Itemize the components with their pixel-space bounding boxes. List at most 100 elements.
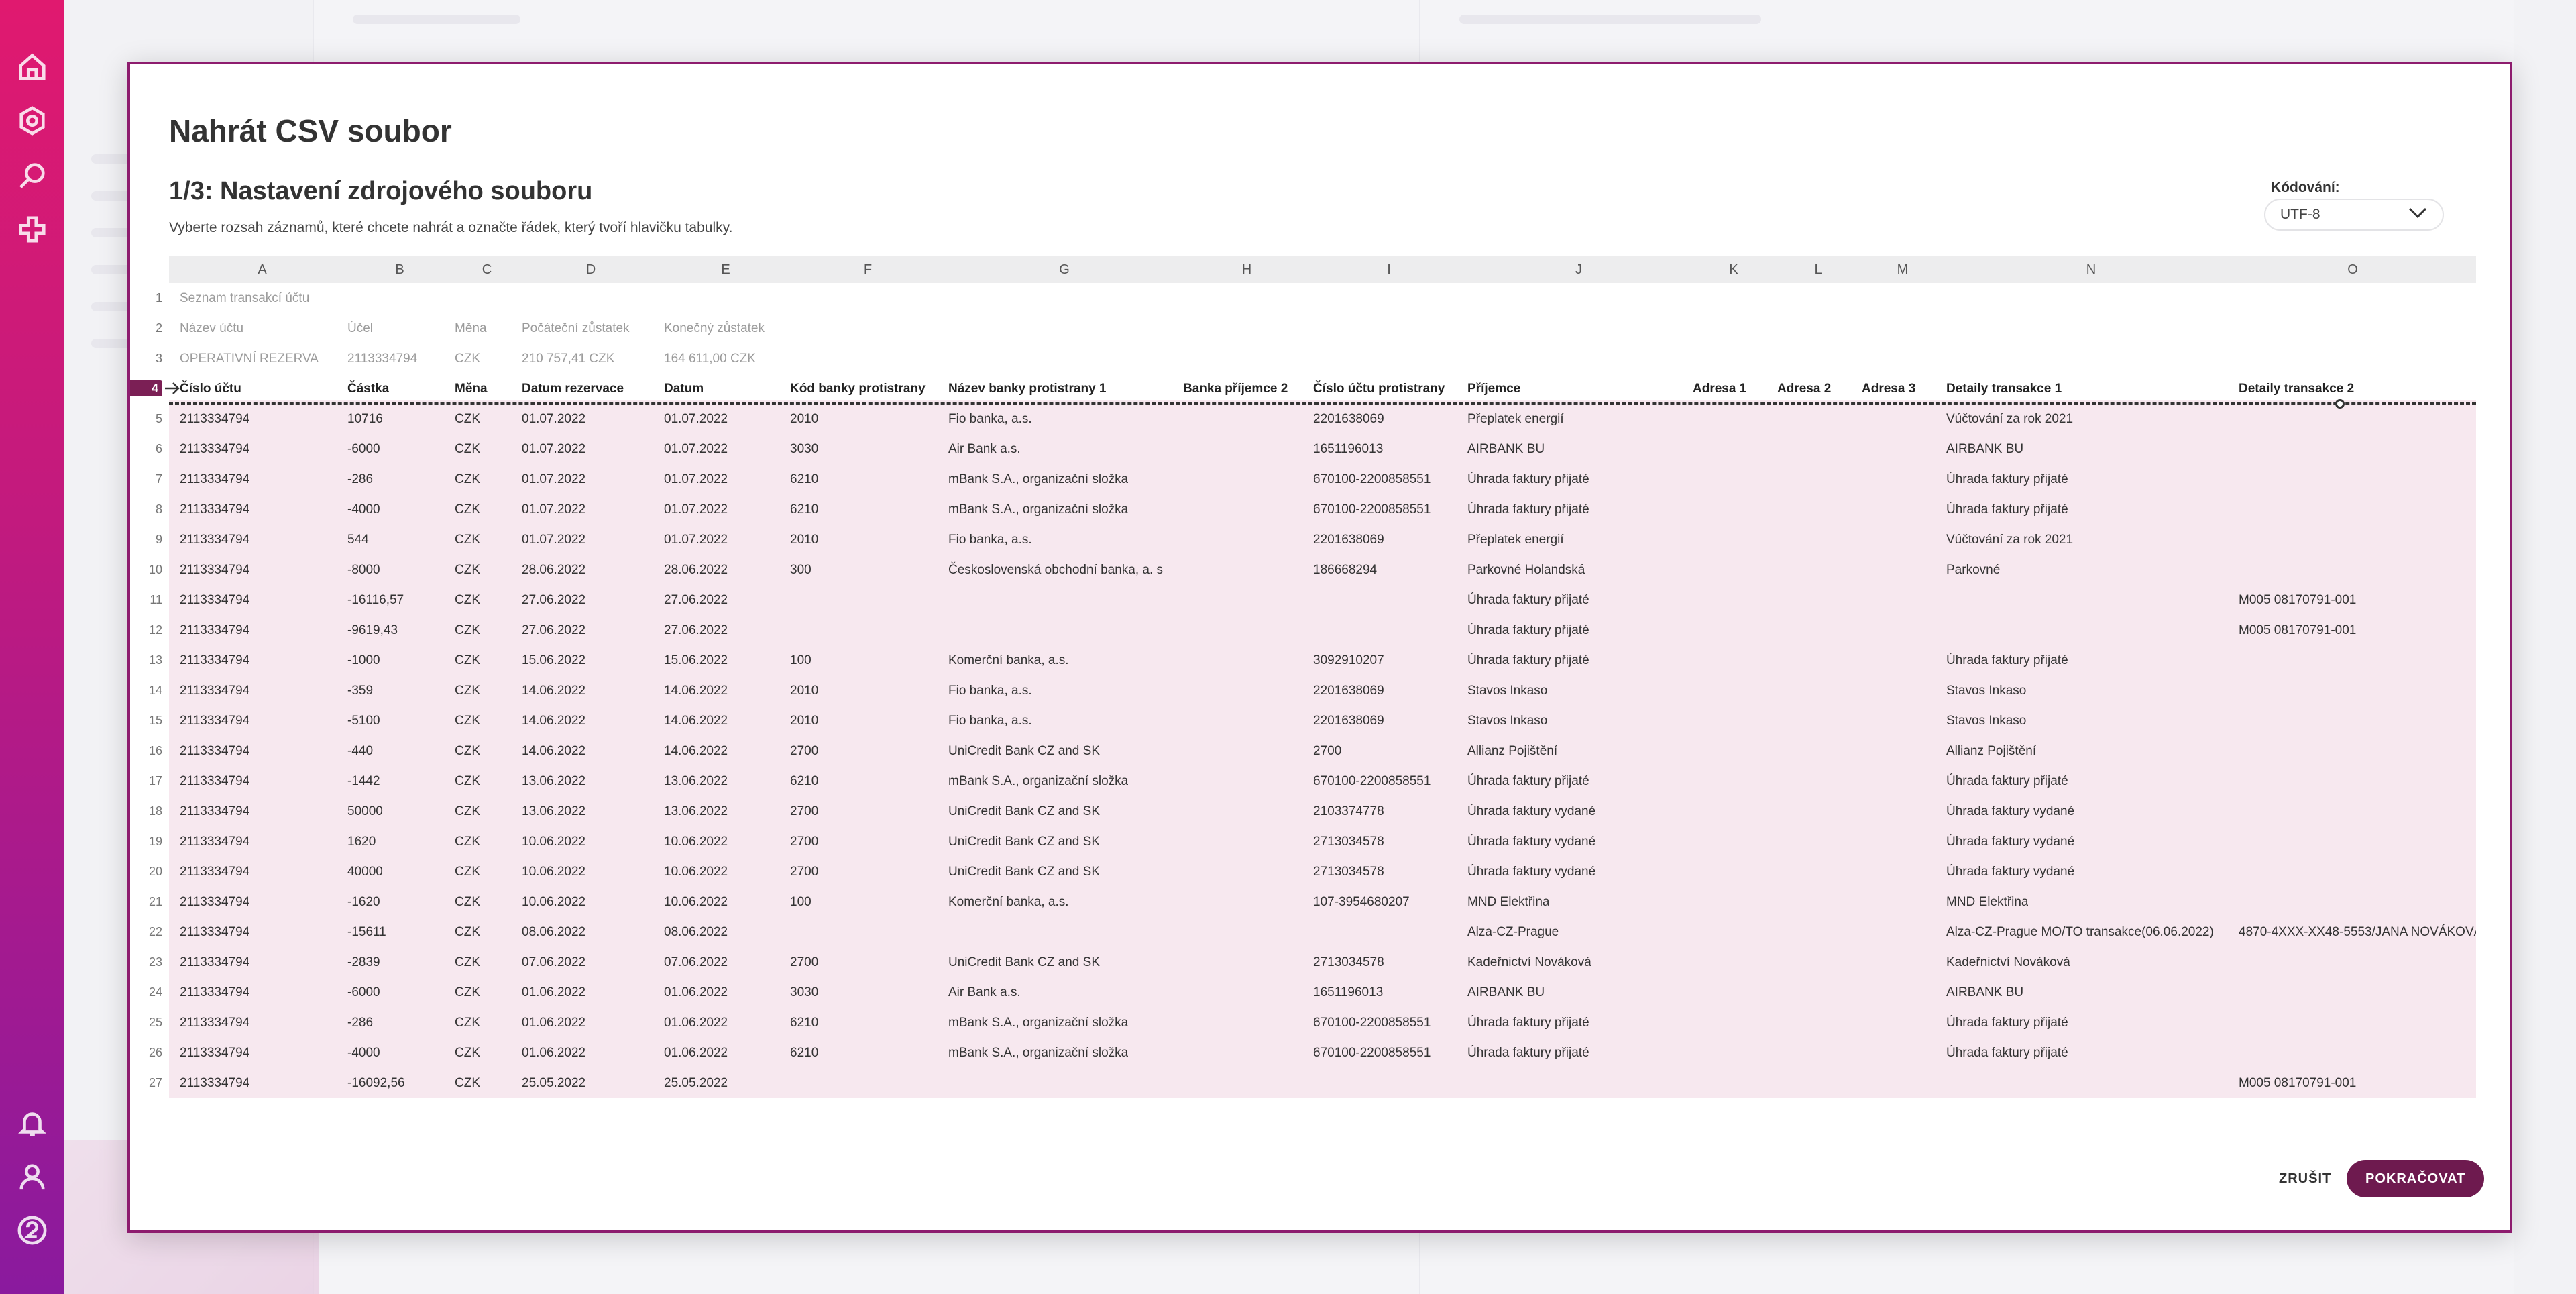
cancel-button[interactable]: ZRUŠIT <box>2265 1160 2345 1197</box>
table-cell: -5100 <box>347 714 380 728</box>
table-row[interactable]: 25 2113334794 -286 CZK 01.06.2022 01.06.2022 6… <box>130 1008 2477 1038</box>
table-cell: Název banky protistrany 1 <box>948 382 1107 396</box>
table-cell: 15.06.2022 <box>664 653 728 667</box>
table-row[interactable]: 20 2113334794 40000 CZK 10.06.2022 10.06.2022… <box>130 857 2477 887</box>
table-row[interactable]: 5 2113334794 10716 CZK 01.07.2022 01.07.2022 2… <box>130 404 2477 434</box>
table-cell: 2113334794 <box>180 533 250 547</box>
table-cell: CZK <box>455 925 480 939</box>
table-cell: CZK <box>455 985 480 1000</box>
table-row[interactable]: 2 Název účtu Účel Měna Počáteční zůstatek Kon… <box>130 313 2477 343</box>
table-row[interactable]: 26 2113334794 -4000 CZK 01.06.2022 01.06.2022… <box>130 1038 2477 1068</box>
range-drag-handle[interactable] <box>2335 399 2345 409</box>
table-row[interactable]: 1 Seznam transakcí účtu <box>130 283 2477 313</box>
table-cell: 01.07.2022 <box>522 502 586 517</box>
table-cell: -16092,56 <box>347 1076 405 1090</box>
table-row[interactable]: 21 2113334794 -1620 CZK 10.06.2022 10.06.2022… <box>130 887 2477 917</box>
column-letter: D <box>585 262 596 277</box>
table-cell: 01.07.2022 <box>522 442 586 456</box>
header-row[interactable]: 4 Číslo účtu Částka Měna Datum rezervace Datu… <box>130 374 2477 404</box>
table-cell: Seznam transakcí účtu <box>180 291 310 305</box>
header-divider-line[interactable] <box>169 402 2476 405</box>
table-cell: 2010 <box>790 412 819 426</box>
table-cell: 6210 <box>790 774 819 788</box>
row-number: 23 <box>148 955 162 969</box>
table-cell: Banka příjemce 2 <box>1183 382 1288 396</box>
table-cell: M005 08170791-001 <box>2239 593 2357 607</box>
column-letter: G <box>1059 262 1070 277</box>
table-cell: Komerční banka, a.s. <box>948 653 1069 667</box>
table-row[interactable]: 16 2113334794 -440 CZK 14.06.2022 14.06.2022 2… <box>130 736 2477 766</box>
column-letter: B <box>395 262 404 277</box>
table-cell: Kód banky protistrany <box>790 382 926 396</box>
table-cell: AIRBANK BU <box>1467 442 1545 456</box>
table-cell: AIRBANK BU <box>1946 985 2024 1000</box>
row-number: 1 <box>155 291 162 305</box>
table-cell: Přeplatek energií <box>1467 533 1564 547</box>
row-number: 26 <box>148 1046 162 1059</box>
table-cell: M005 08170791-001 <box>2239 1076 2357 1090</box>
table-row[interactable]: 9 2113334794 544 CZK 01.07.2022 01.07.2022 201… <box>130 525 2477 555</box>
column-letter: L <box>1814 262 1822 277</box>
home-icon[interactable] <box>16 51 48 83</box>
table-cell: 01.06.2022 <box>522 1046 586 1060</box>
table-cell: Fio banka, a.s. <box>948 412 1032 426</box>
table-cell: 01.07.2022 <box>664 442 728 456</box>
encoding-select[interactable]: UTF-8 <box>2264 199 2444 231</box>
table-cell: 10716 <box>347 412 383 426</box>
row-number: 10 <box>148 563 162 576</box>
table-row[interactable]: 24 2113334794 -6000 CZK 01.06.2022 01.06.2022… <box>130 977 2477 1008</box>
table-cell: Alza-CZ-Prague <box>1467 925 1559 939</box>
table-cell: 2010 <box>790 533 819 547</box>
table-cell: 2113334794 <box>180 1016 250 1030</box>
table-cell: 2113334794 <box>180 472 250 486</box>
table-cell: Úhrada faktury přijaté <box>1946 502 2068 517</box>
help-icon[interactable] <box>16 1214 48 1246</box>
row-number: 25 <box>148 1016 162 1029</box>
table-cell: 13.06.2022 <box>522 774 586 788</box>
table-row[interactable]: 12 2113334794 -9619,43 CZK 27.06.2022 27.06.2… <box>130 615 2477 645</box>
bell-icon[interactable] <box>16 1107 48 1139</box>
table-row[interactable]: 17 2113334794 -1442 CZK 13.06.2022 13.06.2022… <box>130 766 2477 796</box>
search-icon[interactable] <box>16 160 48 192</box>
continue-button[interactable]: POKRAČOVAT <box>2347 1160 2485 1197</box>
table-cell: Fio banka, a.s. <box>948 533 1032 547</box>
table-cell: 2113334794 <box>180 834 250 849</box>
table-cell: CZK <box>455 352 480 366</box>
table-cell: 27.06.2022 <box>522 593 586 607</box>
row-number: 14 <box>148 684 162 697</box>
table-row[interactable]: 7 2113334794 -286 CZK 01.07.2022 01.07.2022 62… <box>130 464 2477 494</box>
table-cell: 01.07.2022 <box>664 533 728 547</box>
table-row[interactable]: 14 2113334794 -359 CZK 14.06.2022 14.06.2022 2… <box>130 676 2477 706</box>
table-cell: 25.05.2022 <box>522 1076 586 1090</box>
column-letter: J <box>1575 262 1582 277</box>
table-cell: -2839 <box>347 955 380 969</box>
table-row[interactable]: 10 2113334794 -8000 CZK 28.06.2022 28.06.2022… <box>130 555 2477 585</box>
table-cell: 6210 <box>790 1016 819 1030</box>
table-row[interactable]: 13 2113334794 -1000 CZK 15.06.2022 15.06.2022… <box>130 645 2477 676</box>
table-cell: mBank S.A., organizační složka <box>948 1016 1129 1030</box>
table-cell: CZK <box>455 744 480 758</box>
table-row[interactable]: 8 2113334794 -4000 CZK 01.07.2022 01.07.2022 6… <box>130 494 2477 525</box>
plus-icon[interactable] <box>16 213 48 246</box>
table-cell: 2113334794 <box>180 1046 250 1060</box>
table-row[interactable]: 15 2113334794 -5100 CZK 14.06.2022 14.06.2022… <box>130 706 2477 736</box>
table-row[interactable]: 23 2113334794 -2839 CZK 07.06.2022 07.06.2022… <box>130 947 2477 977</box>
row-number: 7 <box>155 472 162 486</box>
table-cell: 2113334794 <box>180 985 250 1000</box>
row-number: 8 <box>155 502 162 516</box>
table-row[interactable]: 27 2113334794 -16092,56 CZK 25.05.2022 25.05.… <box>130 1068 2477 1098</box>
header-row-marker[interactable]: 4 <box>130 380 162 396</box>
column-header-bar: A B C D E F G H I J K L M N O <box>169 256 2476 283</box>
table-row[interactable]: 22 2113334794 -15611 CZK 08.06.2022 08.06.202… <box>130 917 2477 947</box>
table-cell: 01.07.2022 <box>664 502 728 517</box>
table-row[interactable]: 11 2113334794 -16116,57 CZK 27.06.2022 27.06.… <box>130 585 2477 615</box>
table-cell: 2113334794 <box>180 502 250 517</box>
table-row[interactable]: 6 2113334794 -6000 CZK 01.07.2022 01.07.2022 3… <box>130 434 2477 464</box>
table-row[interactable]: 19 2113334794 1620 CZK 10.06.2022 10.06.2022 2… <box>130 826 2477 857</box>
table-cell: Vúčtování za rok 2021 <box>1946 533 2074 547</box>
table-row[interactable]: 18 2113334794 50000 CZK 13.06.2022 13.06.2022… <box>130 796 2477 826</box>
user-icon[interactable] <box>16 1161 48 1193</box>
table-cell: 3092910207 <box>1313 653 1384 667</box>
settings-icon[interactable] <box>16 105 48 137</box>
table-row[interactable]: 3 OPERATIVNÍ REZERVA 2113334794 CZK 210 757,… <box>130 343 2477 374</box>
